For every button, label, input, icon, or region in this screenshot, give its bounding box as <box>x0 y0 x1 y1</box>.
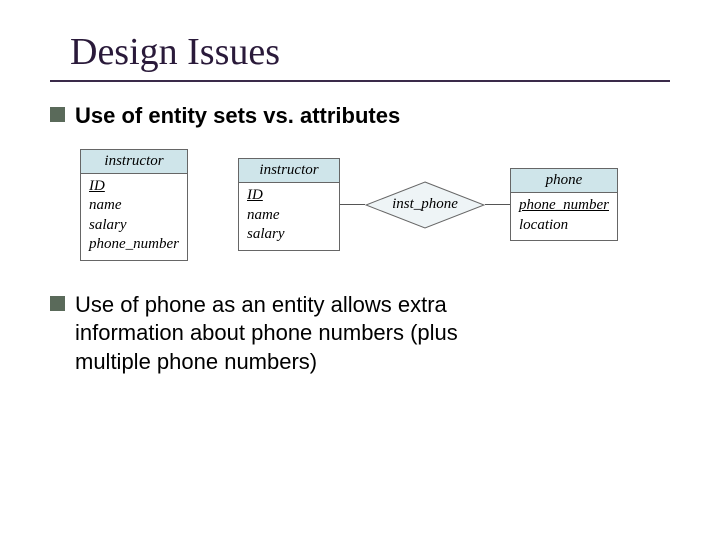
entity-header: instructor <box>81 150 187 174</box>
bullet-square-icon <box>50 107 65 122</box>
entity-phone: phone phone_number location <box>510 168 618 241</box>
connector-line <box>485 204 510 205</box>
attr: name <box>247 206 331 226</box>
attr: name <box>89 196 179 216</box>
entity-body: ID name salary phone_number <box>81 174 187 260</box>
entity-body: phone_number location <box>511 193 617 240</box>
attr: salary <box>247 225 331 245</box>
bullet-square-icon <box>50 296 65 311</box>
er-diagram-area: instructor ID name salary phone_number i… <box>80 149 670 261</box>
bullet-2-line2: information about phone numbers (plus <box>75 320 458 345</box>
entity-header: instructor <box>239 159 339 183</box>
attr-key: ID <box>247 186 331 206</box>
attr-key: ID <box>89 177 179 197</box>
bullet-1: Use of entity sets vs. attributes <box>50 102 670 131</box>
entity-header: phone <box>511 169 617 193</box>
attr: salary <box>89 216 179 236</box>
slide-title: Design Issues <box>70 30 670 74</box>
er-relation-group: instructor ID name salary inst_phone pho… <box>238 158 618 251</box>
bullet-1-text: Use of entity sets vs. attributes <box>75 102 400 131</box>
entity-instructor-full: instructor ID name salary phone_number <box>80 149 188 261</box>
bullet-2: Use of phone as an entity allows extra i… <box>50 291 670 377</box>
relationship-diamond: inst_phone <box>365 181 485 229</box>
bullet-2-line3: multiple phone numbers) <box>75 349 317 374</box>
attr: phone_number <box>89 235 179 255</box>
bullet-2-line1: Use of phone as an entity allows extra <box>75 292 447 317</box>
entity-body: ID name salary <box>239 183 339 250</box>
attr: location <box>519 216 609 236</box>
relationship-label: inst_phone <box>392 196 458 213</box>
connector-line <box>340 204 365 205</box>
title-underline <box>50 80 670 82</box>
entity-instructor-short: instructor ID name salary <box>238 158 340 251</box>
attr-key: phone_number <box>519 196 609 216</box>
bullet-2-text: Use of phone as an entity allows extra i… <box>75 291 458 377</box>
